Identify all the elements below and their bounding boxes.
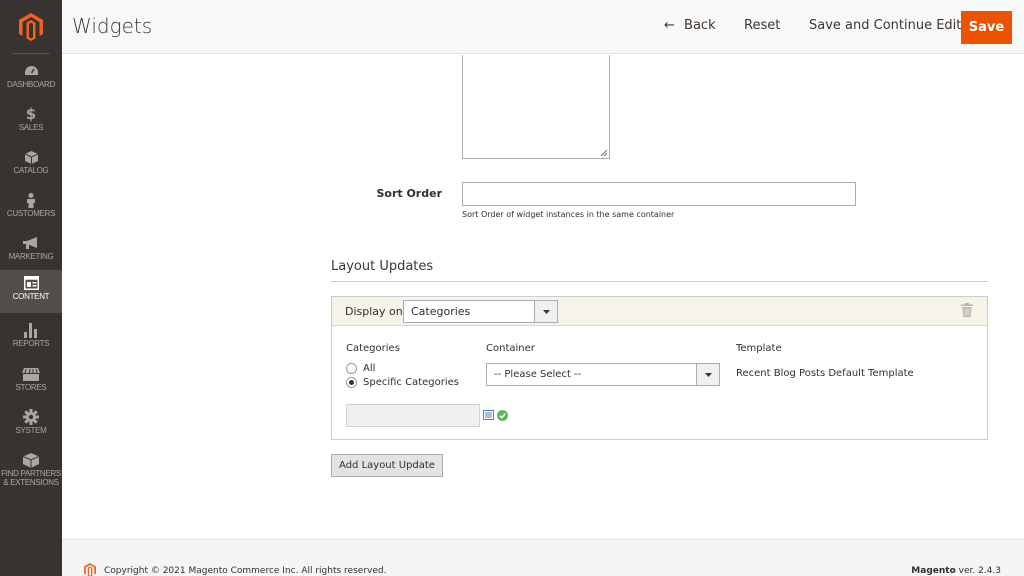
layout-update-header: Display on Categories	[332, 297, 987, 326]
sidebar-item-stores[interactable]: STORES	[0, 361, 62, 404]
save-button[interactable]: Save	[961, 11, 1012, 44]
sidebar-item-label: DASHBOARD	[7, 80, 55, 89]
dollar-icon: $	[25, 105, 37, 123]
sidebar-item-label: STORES	[15, 383, 47, 392]
sort-order-note: Sort Order of widget instances in the sa…	[462, 210, 675, 219]
apply-check-icon[interactable]	[497, 410, 508, 421]
radio-button[interactable]	[346, 363, 357, 374]
copyright-text: Copyright © 2021 Magento Commerce Inc. A…	[104, 566, 387, 576]
trash-icon[interactable]	[961, 303, 973, 317]
category-ids-input[interactable]	[346, 404, 480, 427]
section-divider	[331, 281, 988, 282]
sidebar-item-label: CATALOG	[13, 166, 49, 175]
add-layout-update-button[interactable]: Add Layout Update	[331, 454, 443, 477]
sidebar-item-sales[interactable]: $ SALES	[0, 101, 62, 144]
sidebar-item-dashboard[interactable]: DASHBOARD	[0, 58, 62, 101]
sidebar-item-customers[interactable]: CUSTOMERS	[0, 187, 62, 230]
display-on-label: Display on	[345, 305, 403, 318]
version-number: ver. 2.4.3	[955, 566, 1001, 576]
list-chooser-icon[interactable]	[483, 410, 494, 420]
back-label: Back	[684, 18, 716, 33]
sidebar-item-label: CUSTOMERS	[6, 209, 56, 218]
template-value: Recent Blog Posts Default Template	[736, 368, 914, 379]
cube-icon	[23, 451, 39, 469]
layout-updates-title: Layout Updates	[331, 259, 434, 274]
sidebar-item-content[interactable]: CONTENT	[0, 270, 62, 313]
person-icon	[26, 191, 36, 209]
sidebar-item-catalog[interactable]: CATALOG	[0, 144, 62, 187]
page-header: Widgets ← Back Reset Save and Continue E…	[62, 0, 1024, 54]
radio-button[interactable]	[346, 377, 357, 388]
template-label: Template	[736, 343, 782, 354]
sidebar-item-label: CONTENT	[12, 292, 50, 301]
storefront-icon	[22, 365, 40, 383]
radio-all-label: All	[363, 363, 376, 374]
display-on-value: Categories	[411, 305, 471, 318]
brand-name: Magento	[911, 566, 956, 576]
container-select[interactable]: -- Please Select --	[486, 363, 720, 386]
sidebar-item-label: SALES	[18, 123, 44, 132]
chevron-down-icon	[696, 364, 719, 385]
sidebar-item-label: SYSTEM	[15, 426, 47, 435]
version-text: Magento ver. 2.4.3	[911, 566, 1001, 576]
sidebar-item-reports[interactable]: REPORTS	[0, 317, 62, 360]
magento-footer-logo-icon	[84, 563, 96, 576]
radio-specific-categories[interactable]: Specific Categories	[346, 377, 459, 388]
sidebar-item-marketing[interactable]: MARKETING	[0, 230, 62, 273]
sidebar-item-label: MARKETING	[8, 252, 54, 261]
gauge-icon	[24, 62, 39, 80]
categories-label: Categories	[346, 343, 400, 354]
save-and-continue-button[interactable]: Save and Continue Edit	[809, 18, 961, 33]
gear-icon	[23, 408, 39, 426]
logo-divider	[12, 53, 50, 54]
sort-order-input[interactable]	[462, 182, 856, 206]
radio-specific-label: Specific Categories	[363, 377, 460, 388]
megaphone-icon	[23, 234, 39, 252]
display-on-select[interactable]: Categories	[403, 300, 558, 323]
arrow-left-icon: ←	[664, 18, 675, 33]
main-content: Sort Order Sort Order of widget instance…	[62, 55, 1024, 539]
resize-grip-icon[interactable]	[600, 149, 608, 157]
sort-order-label: Sort Order	[376, 187, 442, 200]
page-footer: Copyright © 2021 Magento Commerce Inc. A…	[62, 539, 1024, 576]
magento-logo[interactable]	[0, 0, 62, 54]
radio-all[interactable]: All	[346, 363, 375, 374]
bar-chart-icon	[24, 321, 38, 339]
back-button[interactable]: ← Back	[664, 18, 716, 33]
layout-update-box: Display on Categories Categories Contain…	[331, 296, 988, 440]
container-label: Container	[486, 343, 535, 354]
sidebar-item-find-partners[interactable]: FIND PARTNERS & EXTENSIONS	[0, 447, 62, 490]
textarea-field[interactable]	[462, 55, 610, 159]
sidebar-item-system[interactable]: SYSTEM	[0, 404, 62, 447]
layout-icon	[23, 274, 39, 292]
chevron-down-icon	[534, 301, 557, 322]
container-value: -- Please Select --	[494, 369, 582, 380]
admin-sidebar: DASHBOARD $ SALES CATALOG CUSTOMERS MARK…	[0, 0, 62, 576]
magento-logo-icon	[19, 13, 43, 41]
sidebar-item-label: FIND PARTNERS & EXTENSIONS	[1, 469, 61, 487]
page-title: Widgets	[72, 14, 153, 38]
box-icon	[24, 148, 38, 166]
reset-button[interactable]: Reset	[744, 18, 780, 33]
sidebar-item-label: REPORTS	[12, 339, 50, 348]
